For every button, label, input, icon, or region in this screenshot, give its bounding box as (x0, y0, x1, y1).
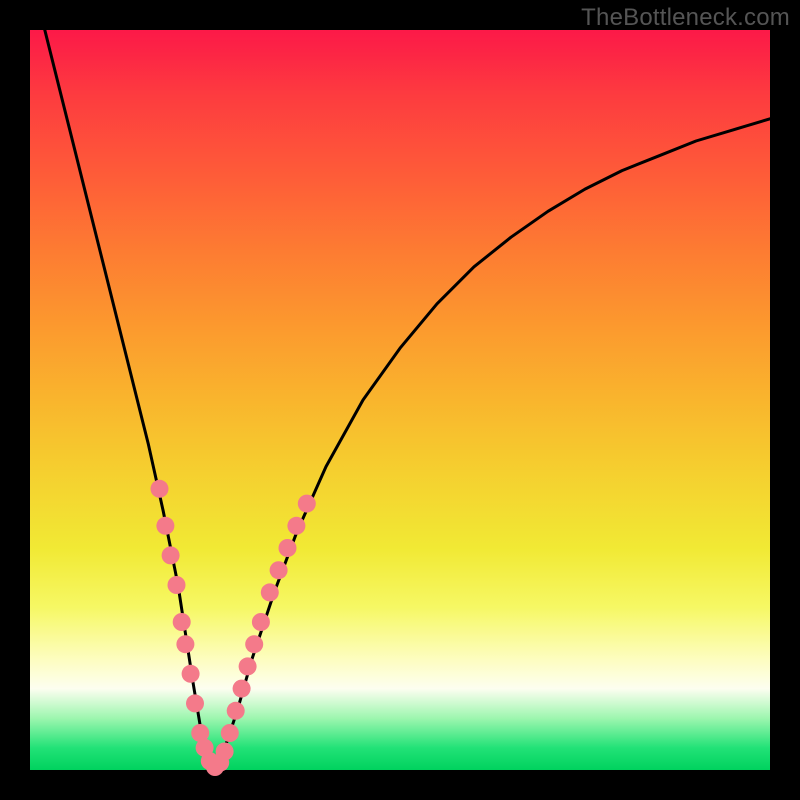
highlight-marker (239, 657, 257, 675)
highlight-marker (216, 743, 234, 761)
chart-frame: TheBottleneck.com (0, 0, 800, 800)
watermark-text: TheBottleneck.com (581, 4, 790, 32)
highlight-marker (270, 561, 288, 579)
highlight-marker (151, 480, 169, 498)
highlight-marker (287, 517, 305, 535)
highlight-marker (227, 702, 245, 720)
highlight-marker (173, 613, 191, 631)
highlight-marker (245, 635, 263, 653)
highlight-marker (156, 517, 174, 535)
highlight-marker (261, 583, 279, 601)
highlight-marker (221, 724, 239, 742)
highlight-marker (176, 635, 194, 653)
highlight-marker (279, 539, 297, 557)
plot-area (30, 30, 770, 770)
highlight-markers (151, 480, 316, 776)
highlight-marker (252, 613, 270, 631)
bottleneck-curve-path (30, 0, 770, 770)
highlight-marker (162, 546, 180, 564)
highlight-marker (298, 495, 316, 513)
highlight-marker (186, 694, 204, 712)
highlight-marker (168, 576, 186, 594)
curve-layer (30, 30, 770, 770)
highlight-marker (182, 665, 200, 683)
highlight-marker (233, 680, 251, 698)
bottleneck-curve (30, 0, 770, 770)
